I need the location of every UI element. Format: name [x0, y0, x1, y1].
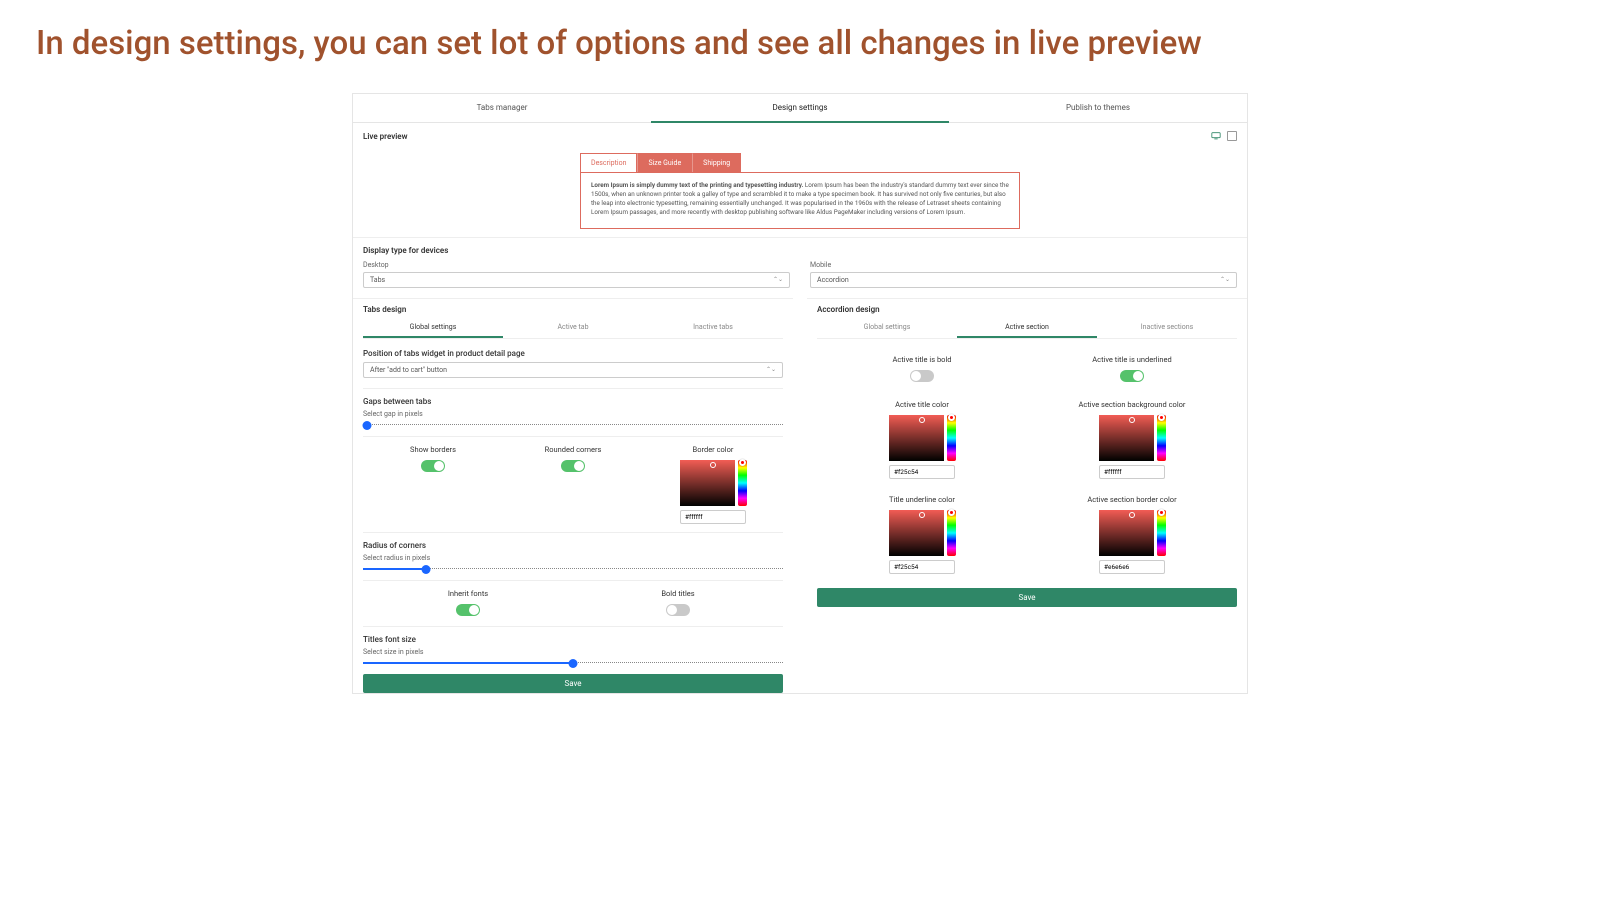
tabs-subtab-active[interactable]: Active tab: [503, 318, 643, 338]
display-type-section: Display type for devices Desktop Tabs ⌃⌄…: [353, 237, 1247, 298]
active-bg-color-label: Active section background color: [1031, 400, 1233, 409]
mobile-label: Mobile: [810, 261, 1237, 269]
desktop-preview-icon[interactable]: [1211, 131, 1221, 141]
titles-font-slider[interactable]: [363, 662, 783, 664]
position-value: After "add to cart" button: [370, 366, 447, 374]
desktop-display-select[interactable]: Tabs ⌃⌄: [363, 272, 790, 288]
bold-titles-label: Bold titles: [573, 589, 783, 598]
border-color-label: Border color: [643, 445, 783, 454]
preview-tab-size-guide[interactable]: Size Guide: [637, 153, 692, 172]
design-columns: Tabs design Global settings Active tab I…: [353, 298, 1247, 693]
active-bg-color-picker[interactable]: [1099, 415, 1166, 461]
tab-tabs-manager[interactable]: Tabs manager: [353, 94, 651, 123]
desktop-display-value: Tabs: [370, 276, 385, 284]
underline-color-picker[interactable]: [889, 510, 956, 556]
active-title-underlined-toggle[interactable]: [1120, 370, 1144, 382]
section-border-color-input[interactable]: [1099, 560, 1165, 574]
accordion-subtab-global[interactable]: Global settings: [817, 318, 957, 338]
tabs-save-button[interactable]: Save: [363, 674, 783, 693]
mobile-preview-icon[interactable]: [1227, 131, 1237, 141]
active-title-color-picker[interactable]: [889, 415, 956, 461]
underline-color-label: Title underline color: [821, 495, 1023, 504]
desktop-label: Desktop: [363, 261, 790, 269]
preview-content: Lorem Ipsum is simply dummy text of the …: [580, 172, 1020, 229]
caret-icon: ⌃⌄: [766, 366, 776, 373]
tabs-design-panel: Tabs design Global settings Active tab I…: [353, 298, 793, 693]
live-preview-panel: Live preview Description Size Guide Ship…: [353, 123, 1247, 237]
accordion-design-title: Accordion design: [817, 305, 1237, 314]
position-select[interactable]: After "add to cart" button ⌃⌄: [363, 362, 783, 378]
rounded-corners-label: Rounded corners: [503, 445, 643, 454]
section-border-color-label: Active section border color: [1031, 495, 1233, 504]
underline-color-input[interactable]: [889, 560, 955, 574]
position-label: Position of tabs widget in product detai…: [363, 349, 783, 358]
tab-design-settings[interactable]: Design settings: [651, 94, 949, 123]
accordion-save-button[interactable]: Save: [817, 588, 1237, 607]
titles-font-title: Titles font size: [363, 635, 783, 644]
tabs-design-title: Tabs design: [363, 305, 783, 314]
accordion-subtab-inactive[interactable]: Inactive sections: [1097, 318, 1237, 338]
tabs-subtab-global[interactable]: Global settings: [363, 318, 503, 338]
live-preview-title: Live preview: [363, 132, 408, 141]
top-tabs: Tabs manager Design settings Publish to …: [353, 94, 1247, 123]
show-borders-toggle[interactable]: [421, 460, 445, 472]
radius-slider[interactable]: [363, 568, 783, 570]
active-title-bold-label: Active title is bold: [821, 355, 1023, 364]
active-title-bold-toggle[interactable]: [910, 370, 934, 382]
border-color-input[interactable]: [680, 510, 746, 524]
mobile-display-select[interactable]: Accordion ⌃⌄: [810, 272, 1237, 288]
accordion-subtab-active[interactable]: Active section: [957, 318, 1097, 338]
tab-publish-to-themes[interactable]: Publish to themes: [949, 94, 1247, 123]
border-color-picker[interactable]: [680, 460, 747, 506]
show-borders-label: Show borders: [363, 445, 503, 454]
preview-text-bold: Lorem Ipsum is simply dummy text of the …: [591, 181, 803, 189]
caret-icon: ⌃⌄: [1220, 276, 1230, 283]
gaps-slider[interactable]: [363, 424, 783, 426]
gaps-title: Gaps between tabs: [363, 397, 783, 406]
preview-tab-shipping[interactable]: Shipping: [692, 153, 741, 172]
active-title-underlined-label: Active title is underlined: [1031, 355, 1233, 364]
radius-title: Radius of corners: [363, 541, 783, 550]
active-bg-color-input[interactable]: [1099, 465, 1165, 479]
preview-tab-description[interactable]: Description: [580, 153, 637, 172]
page-headline: In design settings, you can set lot of o…: [0, 0, 1600, 73]
app-frame: Tabs manager Design settings Publish to …: [352, 93, 1248, 694]
caret-icon: ⌃⌄: [773, 276, 783, 283]
tabs-subtab-inactive[interactable]: Inactive tabs: [643, 318, 783, 338]
titles-font-sublabel: Select size in pixels: [363, 648, 783, 656]
rounded-corners-toggle[interactable]: [561, 460, 585, 472]
accordion-design-panel: Accordion design Global settings Active …: [807, 298, 1247, 693]
display-type-title: Display type for devices: [363, 246, 1237, 255]
active-title-color-label: Active title color: [821, 400, 1023, 409]
gaps-sublabel: Select gap in pixels: [363, 410, 783, 418]
bold-titles-toggle[interactable]: [666, 604, 690, 616]
radius-sublabel: Select radius in pixels: [363, 554, 783, 562]
inherit-fonts-label: Inherit fonts: [363, 589, 573, 598]
active-title-color-input[interactable]: [889, 465, 955, 479]
inherit-fonts-toggle[interactable]: [456, 604, 480, 616]
mobile-display-value: Accordion: [817, 276, 849, 284]
section-border-color-picker[interactable]: [1099, 510, 1166, 556]
